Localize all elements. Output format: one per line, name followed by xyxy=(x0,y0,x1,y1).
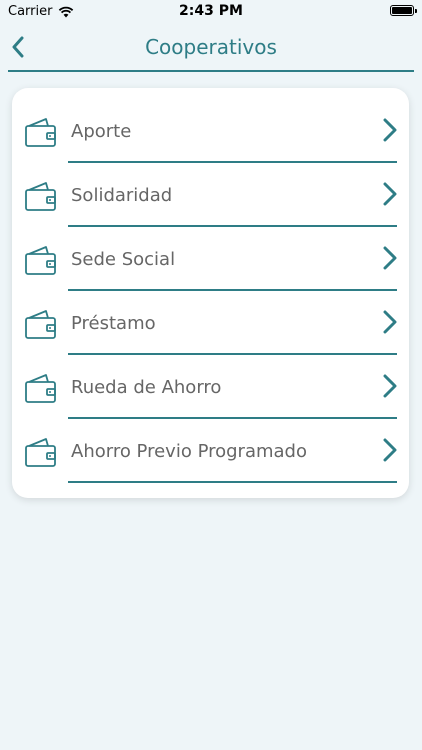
chevron-right-icon xyxy=(383,118,397,142)
menu-item-label: Ahorro Previo Programado xyxy=(71,441,307,462)
page-title: Cooperativos xyxy=(145,35,277,59)
wallet-icon xyxy=(25,246,56,275)
chevron-right-icon xyxy=(383,310,397,334)
chevron-right-icon xyxy=(383,246,397,270)
menu-card: Aporte Solidaridad Sede Social Préstamo … xyxy=(12,88,409,498)
menu-item-label: Solidaridad xyxy=(71,185,173,206)
menu-item-rueda-de-ahorro[interactable]: Rueda de Ahorro xyxy=(12,344,409,419)
menu-item-label: Sede Social xyxy=(71,249,176,270)
menu-item-label: Rueda de Ahorro xyxy=(71,377,222,398)
menu-item-sede-social[interactable]: Sede Social xyxy=(12,216,409,291)
status-bar: Carrier 2:43 PM xyxy=(0,0,422,22)
menu-item-solidaridad[interactable]: Solidaridad xyxy=(12,152,409,227)
wallet-icon xyxy=(25,182,56,211)
wallet-icon xyxy=(25,374,56,403)
wallet-icon xyxy=(25,118,56,147)
chevron-right-icon xyxy=(383,374,397,398)
menu-item-aporte[interactable]: Aporte xyxy=(12,88,409,163)
navigation-bar: Cooperativos xyxy=(0,22,422,72)
menu-item-ahorro-previo-programado[interactable]: Ahorro Previo Programado xyxy=(12,408,409,483)
chevron-right-icon xyxy=(383,182,397,206)
menu-item-label: Aporte xyxy=(71,121,132,142)
nav-divider xyxy=(8,70,414,72)
battery-icon xyxy=(390,5,417,16)
menu-item-label: Préstamo xyxy=(71,313,156,334)
status-time: 2:43 PM xyxy=(179,3,243,19)
menu-item-prestamo[interactable]: Préstamo xyxy=(12,280,409,355)
wallet-icon xyxy=(25,438,56,467)
item-divider xyxy=(68,481,397,483)
wallet-icon xyxy=(25,310,56,339)
chevron-right-icon xyxy=(383,438,397,462)
